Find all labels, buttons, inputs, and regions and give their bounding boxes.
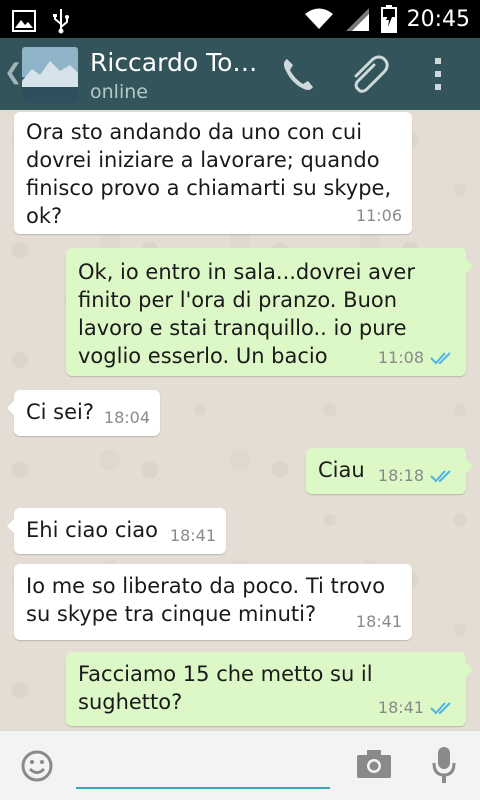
emoji-icon[interactable] xyxy=(20,749,54,787)
back-chevron-icon[interactable]: ❮ xyxy=(4,60,22,85)
phone-icon[interactable] xyxy=(278,54,318,98)
message-time: 18:41 xyxy=(377,698,424,717)
compose-bar xyxy=(0,730,480,800)
wifi-icon xyxy=(304,8,333,29)
clock: 20:45 xyxy=(406,6,470,32)
avatar[interactable] xyxy=(22,47,78,103)
message-bubble[interactable]: Ok, io entro in sala...dovrei aver finit… xyxy=(66,248,473,376)
message-bubble[interactable]: Facciamo 15 che metto su il sughetto? 18… xyxy=(66,652,473,726)
message-time: 18:18 xyxy=(377,466,424,485)
camera-icon[interactable] xyxy=(356,749,392,783)
status-bar: 20:45 xyxy=(0,0,480,38)
attach-icon[interactable] xyxy=(348,54,392,98)
microphone-icon[interactable] xyxy=(432,745,456,789)
message-input[interactable] xyxy=(76,747,330,789)
usb-icon xyxy=(53,9,69,34)
message-time: 18:41 xyxy=(169,526,216,545)
message-text: Io me so liberato da poco. Ti trovo su s… xyxy=(26,574,386,626)
read-ticks-icon xyxy=(430,352,451,365)
message-text: Ora sto andando da uno con cui dovrei in… xyxy=(26,120,392,228)
message-bubble[interactable]: Ciau 18:18 xyxy=(306,448,473,494)
message-bubble[interactable]: Ehi ciao ciao 18:41 xyxy=(7,508,226,554)
contact-name[interactable]: Riccardo To… xyxy=(90,48,257,77)
message-time: 18:41 xyxy=(355,612,402,631)
chat-header: ❮ Riccardo To… online xyxy=(0,38,480,110)
read-ticks-icon xyxy=(430,702,451,715)
message-time: 18:04 xyxy=(103,408,150,427)
read-ticks-icon xyxy=(430,470,451,483)
conversation[interactable]: Ora sto andando da uno con cui dovrei in… xyxy=(0,110,480,730)
message-bubble[interactable]: Ora sto andando da uno con cui dovrei in… xyxy=(14,112,412,234)
contact-status: online xyxy=(90,81,148,103)
message-bubble[interactable]: Io me so liberato da poco. Ti trovo su s… xyxy=(14,564,412,640)
message-time: 11:08 xyxy=(377,348,424,367)
battery-charging-icon xyxy=(380,5,397,33)
overflow-menu-icon[interactable] xyxy=(432,56,444,96)
message-time: 11:06 xyxy=(355,206,402,225)
image-icon xyxy=(12,10,36,32)
signal-icon xyxy=(345,8,369,31)
message-bubble[interactable]: Ci sei? 18:04 xyxy=(7,390,160,436)
